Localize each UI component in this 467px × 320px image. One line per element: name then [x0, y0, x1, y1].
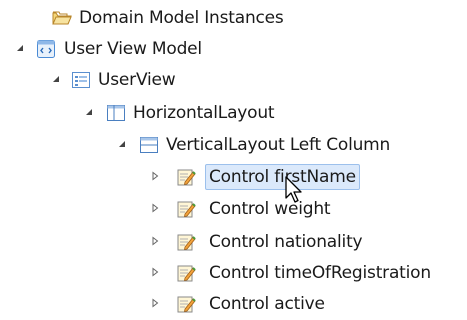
tree-view: Domain Model Instances User View Model U…: [0, 0, 467, 320]
collapsed-arrow-icon[interactable]: [150, 196, 164, 222]
expanded-arrow-icon[interactable]: [51, 67, 65, 93]
tree-item-label: Control firstName: [205, 164, 360, 190]
collapsed-arrow-icon[interactable]: [150, 260, 164, 286]
tree-item-label: HorizontalLayout: [133, 103, 275, 123]
tree-item-label: Control weight: [209, 199, 331, 219]
expanded-arrow-icon[interactable]: [117, 132, 131, 158]
tree-item-label: User View Model: [64, 39, 202, 59]
tree-item-label: Control nationality: [209, 232, 363, 252]
control-icon: [176, 232, 196, 252]
tree-item-label: Control timeOfRegistration: [209, 263, 431, 283]
horizontal-layout-icon: [106, 103, 126, 123]
mouse-cursor-icon: [284, 176, 306, 206]
control-icon: [176, 263, 196, 283]
folder-icon: [52, 8, 72, 28]
expanded-arrow-icon[interactable]: [84, 100, 98, 126]
tree-item-label: VerticalLayout Left Column: [166, 135, 391, 155]
view-model-icon: [36, 39, 56, 59]
tree-item-label: Control active: [209, 294, 325, 314]
view-icon: [71, 70, 91, 90]
tree-item-label: Domain Model Instances: [79, 8, 284, 28]
expanded-arrow-icon[interactable]: [15, 36, 29, 62]
collapsed-arrow-icon[interactable]: [150, 164, 164, 190]
control-icon: [176, 167, 196, 187]
control-icon: [176, 294, 196, 314]
vertical-layout-icon: [139, 135, 159, 155]
collapsed-arrow-icon[interactable]: [150, 291, 164, 317]
control-icon: [176, 199, 196, 219]
tree-item-label: UserView: [98, 70, 176, 90]
collapsed-arrow-icon[interactable]: [150, 229, 164, 255]
